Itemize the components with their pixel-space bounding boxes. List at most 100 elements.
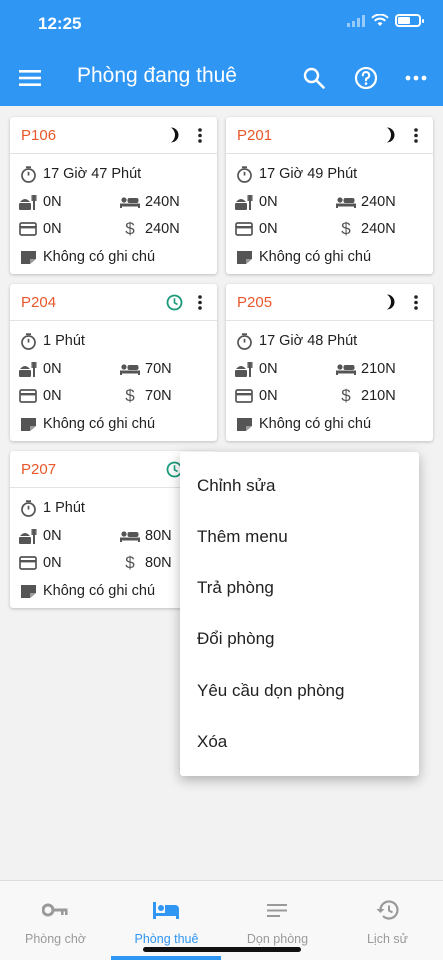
moon-icon [165, 126, 183, 144]
note-row: Không có ghi chú [18, 247, 155, 267]
bed-icon [336, 359, 356, 379]
card-menu-button[interactable] [407, 126, 425, 144]
room-fee-amount: 240N [361, 194, 396, 210]
note-icon [18, 414, 38, 434]
card-payment-row: 0N [18, 553, 62, 573]
tab-label: Dọn phòng [246, 932, 309, 946]
food-row: 0N [18, 192, 62, 212]
room-fee-amount: 240N [145, 194, 180, 210]
tab-waiting-rooms[interactable]: Phòng chờ [0, 881, 111, 960]
hamburger-icon [19, 70, 41, 86]
room-card-p204[interactable]: P204 1 Phút 0N 70N 0N $ 70N Không có ghi… [10, 284, 217, 441]
card-menu-button[interactable] [407, 293, 425, 311]
credit-card-icon [18, 219, 38, 239]
menu-item-edit[interactable]: Chỉnh sửa [197, 476, 275, 496]
room-fee-row: 240N [120, 192, 180, 212]
note-row: Không có ghi chú [234, 414, 371, 434]
dollar-icon: $ [341, 386, 351, 405]
help-button[interactable] [350, 62, 382, 94]
room-fee-row: 210N [336, 359, 396, 379]
credit-card-icon [18, 553, 38, 573]
bed-icon [336, 192, 356, 212]
bed-icon [120, 359, 140, 379]
note-icon [234, 414, 254, 434]
moon-icon [381, 126, 399, 144]
status-time: 12:25 [38, 14, 82, 33]
dollar-icon: $ [125, 386, 135, 405]
help-icon [354, 66, 378, 90]
card-menu-button[interactable] [191, 126, 209, 144]
more-vertical-icon [414, 127, 418, 143]
tab-label: Phòng chờ [24, 932, 87, 946]
note-icon [234, 247, 254, 267]
timer-icon [234, 331, 254, 351]
note-text: Không có ghi chú [259, 249, 372, 265]
menu-item-request-cleaning[interactable]: Yêu cầu dọn phòng [197, 681, 344, 701]
dollar-icon: $ [125, 219, 135, 238]
total-row: $ 240N [336, 219, 395, 239]
card-context-menu: Chỉnh sửa Thêm menu Trả phòng Đổi phòng … [180, 452, 419, 776]
room-fee-amount: 210N [361, 361, 396, 377]
home-indicator [143, 947, 301, 952]
more-vertical-icon [198, 294, 202, 310]
duration-row: 17 Giờ 49 Phút [234, 164, 357, 184]
dollar-icon: $ [341, 219, 351, 238]
app-bar: 12:25 Phòng đang thuê [0, 0, 443, 106]
menu-item-delete[interactable]: Xóa [197, 732, 227, 752]
duration-row: 1 Phút [18, 498, 85, 518]
more-vertical-icon [198, 127, 202, 143]
food-icon [18, 192, 38, 212]
battery-icon [395, 14, 424, 27]
room-card-p201[interactable]: P201 17 Giờ 49 Phút 0N 240N 0N $ 240N Kh… [226, 117, 433, 274]
room-number: P205 [237, 294, 273, 311]
signal-icon [347, 14, 365, 27]
card-amount: 0N [43, 555, 62, 571]
tab-history[interactable]: Lịch sử [332, 881, 443, 960]
note-icon [18, 581, 38, 601]
bed-icon [120, 192, 140, 212]
card-menu-button[interactable] [191, 293, 209, 311]
search-icon [303, 67, 325, 89]
total-row: $ 210N [336, 386, 395, 406]
card-payment-row: 0N [234, 386, 278, 406]
more-horizontal-icon [405, 75, 427, 81]
tab-label: Phòng thuê [134, 932, 199, 946]
room-number: P106 [21, 127, 57, 144]
page-title: Phòng đang thuê [77, 64, 237, 87]
tab-label: Lịch sử [366, 932, 409, 946]
total-row: $ 240N [120, 219, 179, 239]
card-amount: 0N [259, 221, 278, 237]
menu-item-add-menu[interactable]: Thêm menu [197, 527, 288, 547]
room-card-header: P205 [226, 284, 433, 321]
room-fee-row: 70N [120, 359, 172, 379]
menu-button[interactable] [14, 62, 46, 94]
menu-item-change-room[interactable]: Đổi phòng [197, 629, 275, 649]
room-card-p106[interactable]: P106 17 Giờ 47 Phút 0N 240N 0N $ 240N Kh… [10, 117, 217, 274]
total-amount: 80N [145, 555, 172, 571]
menu-item-checkout[interactable]: Trả phòng [197, 578, 274, 598]
card-payment-row: 0N [18, 219, 62, 239]
room-fee-amount: 70N [145, 361, 172, 377]
room-card-p205[interactable]: P205 17 Giờ 48 Phút 0N 210N 0N $ 210N Kh… [226, 284, 433, 441]
room-card-header: P106 [10, 117, 217, 154]
search-button[interactable] [298, 62, 330, 94]
card-amount: 0N [43, 221, 62, 237]
clock-icon [165, 293, 183, 311]
note-text: Không có ghi chú [43, 583, 156, 599]
note-icon [18, 247, 38, 267]
duration-text: 1 Phút [43, 333, 85, 349]
bed-icon [120, 526, 140, 546]
room-fee-row: 240N [336, 192, 396, 212]
food-row: 0N [234, 192, 278, 212]
credit-card-icon [234, 386, 254, 406]
timer-icon [18, 498, 38, 518]
room-card-header: P201 [226, 117, 433, 154]
food-row: 0N [18, 526, 62, 546]
more-options-button[interactable] [400, 62, 432, 94]
room-fee-amount: 80N [145, 528, 172, 544]
duration-row: 17 Giờ 47 Phút [18, 164, 141, 184]
note-text: Không có ghi chú [259, 416, 372, 432]
total-row: $ 70N [120, 386, 171, 406]
food-row: 0N [234, 359, 278, 379]
more-vertical-icon [414, 294, 418, 310]
